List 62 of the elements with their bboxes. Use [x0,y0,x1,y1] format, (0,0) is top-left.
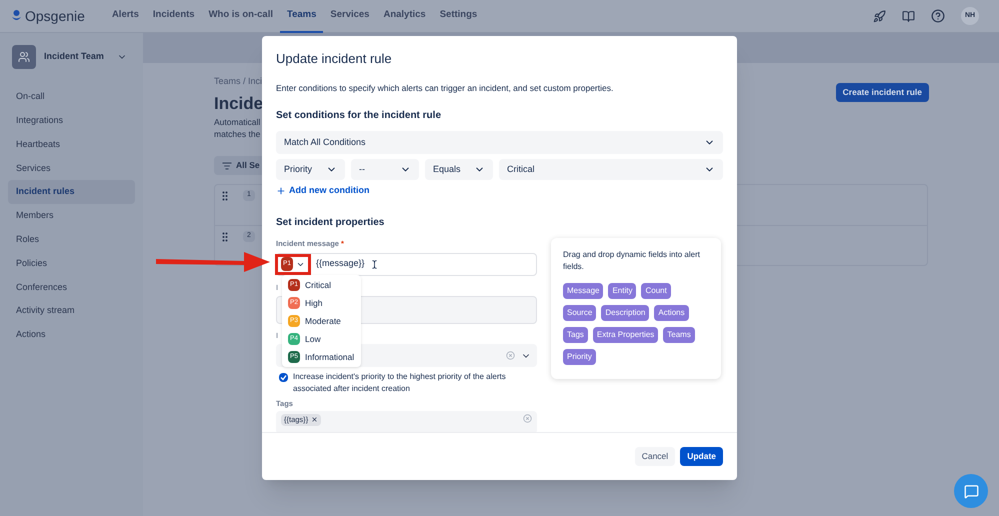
chat-launcher[interactable] [954,474,988,508]
nav-tab[interactable]: Settings [432,0,484,32]
brand-name: Opsgenie [25,6,85,26]
help-text: Drag and drop dynamic fields into alert fields. [563,249,701,274]
nav-tab[interactable]: Who is on-call [202,0,280,32]
field-chip[interactable]: Source [563,305,596,322]
sidebar-item[interactable]: On-call [8,85,135,109]
plus-icon [276,186,286,196]
nav-tab[interactable]: Incidents [146,0,202,32]
text-cursor-icon [370,260,378,268]
section-heading: Set conditions for the incident rule [276,108,442,123]
select-field[interactable]: Equals [425,158,493,180]
sidebar-item[interactable]: Services [8,156,135,180]
rocket-icon[interactable] [873,10,886,22]
breadcrumb: Teams / Inci [214,75,264,88]
field-chip[interactable]: Message [563,283,604,300]
field-chip[interactable]: Priority [563,349,596,366]
sidebar-item[interactable]: Incident rules [8,180,135,204]
modal-intro: Enter conditions to specify which alerts can trigger an incident, and set custom properties. [276,82,614,95]
checkbox-label: Increase incident's priority to the highest priority of the alerts associated after incident creation [293,371,507,395]
field-chip[interactable]: Count [641,283,671,300]
select-field[interactable]: Critical [499,158,723,180]
chat-icon [964,484,978,498]
sidebar-item[interactable]: Actions [8,322,135,347]
sidebar-item[interactable]: Members [8,204,135,228]
message-value: {{message}} [316,257,364,270]
page-title: Incide [214,92,264,114]
sidebar-item[interactable]: Conferences [8,275,135,300]
nav-tab[interactable]: Analytics [376,0,433,32]
cancel-button[interactable]: Cancel [634,447,676,466]
sidebar-item[interactable]: Integrations [8,108,135,133]
modal-title: Update incident rule [276,51,393,67]
update-button[interactable]: Update [680,447,723,466]
field-chip[interactable]: Tags [563,327,588,344]
page-description: Automaticall [214,116,262,128]
field-chip[interactable]: Actions [654,305,689,322]
help-icon[interactable] [931,9,945,23]
team-icon [18,51,30,63]
remove-icon[interactable] [311,416,318,424]
select-field[interactable]: Match All Conditions [276,130,723,154]
field-chip[interactable]: Extra Properties [592,327,658,344]
section-heading: Set incident properties [276,216,386,230]
sidebar-item[interactable]: Heartbeats [8,132,135,156]
check-icon [280,374,287,381]
book-icon[interactable] [902,10,915,22]
filter-icon [222,160,232,170]
field-chip[interactable]: Description [601,305,650,322]
select-field[interactable]: Priority [276,158,345,180]
nav-tab[interactable]: Alerts [104,0,146,32]
field-chip[interactable]: Entity [608,283,636,300]
team-name: Incident Team [44,50,105,64]
sidebar-item[interactable]: Roles [8,228,135,252]
nav-tab[interactable]: Services [323,0,376,32]
checkbox[interactable] [279,373,288,382]
logo-icon [12,10,21,22]
field-chip[interactable]: Teams [663,327,695,344]
create-rule-button[interactable]: Create incident rule [836,83,929,102]
sidebar-item[interactable]: Activity stream [8,299,135,323]
page-description: matches the [214,128,262,140]
sidebar-item[interactable]: Policies [8,252,135,276]
select-field[interactable]: -- [351,158,419,180]
add-condition-link[interactable]: Add new condition [276,184,370,198]
